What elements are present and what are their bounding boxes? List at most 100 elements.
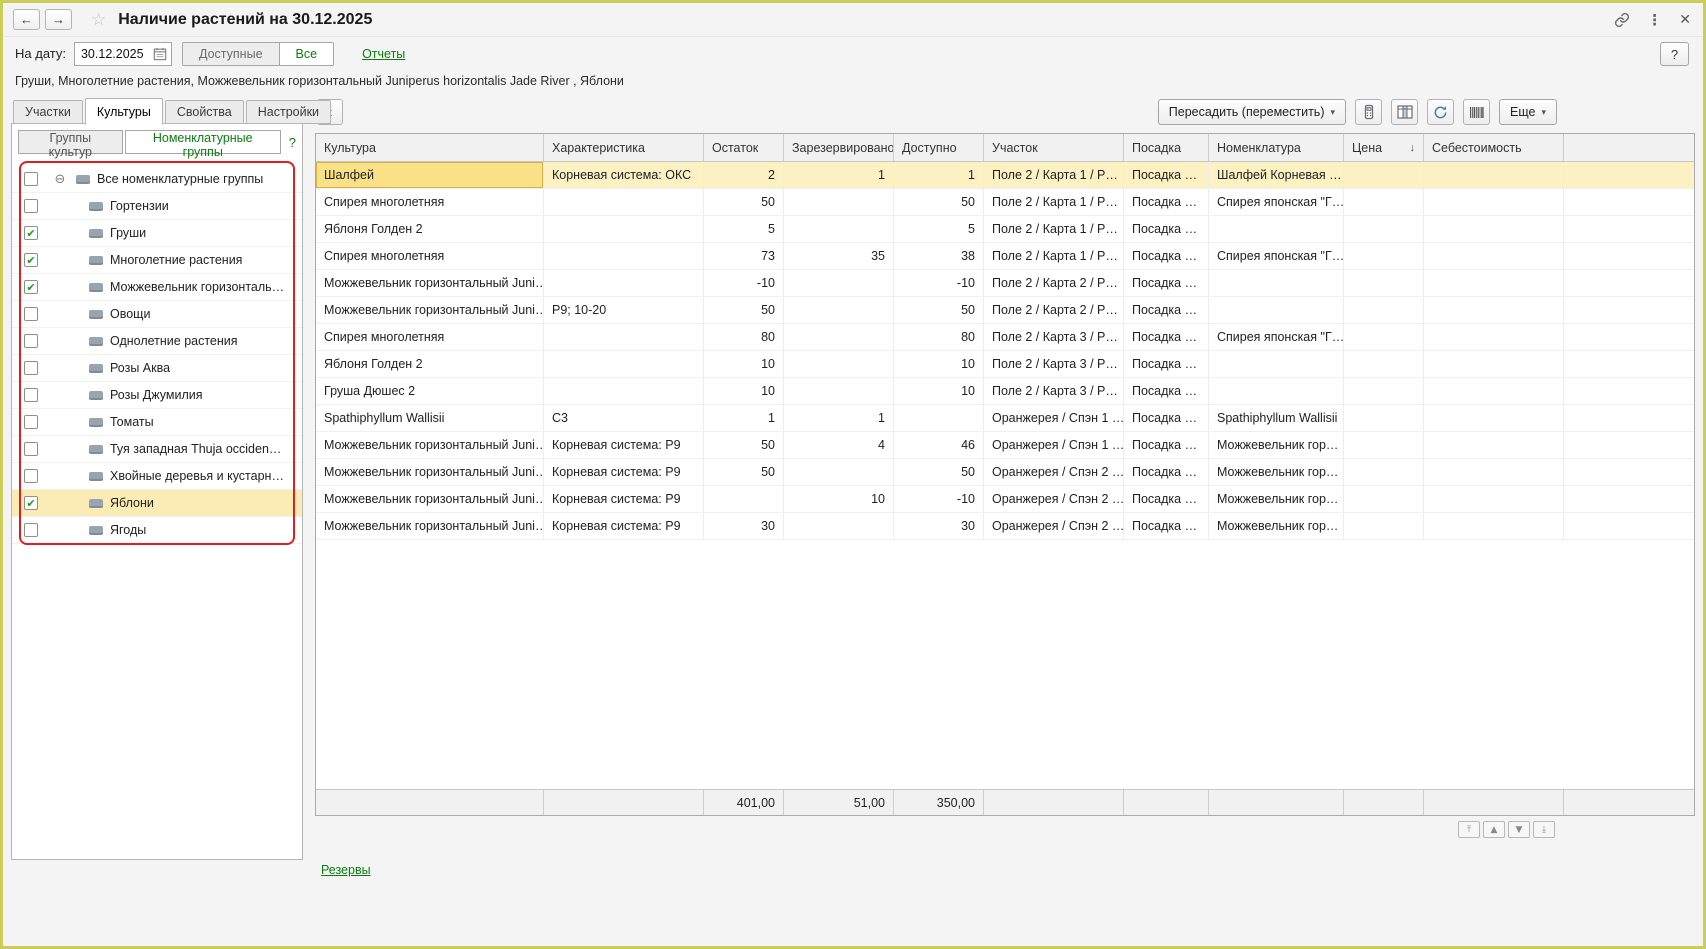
reports-link[interactable]: Отчеты — [362, 47, 405, 61]
barcode-icon-button[interactable] — [1463, 99, 1490, 125]
date-input[interactable] — [75, 47, 149, 61]
refresh-icon-button[interactable] — [1427, 99, 1454, 125]
table-cell: Спирея многолетняя — [316, 324, 544, 350]
reserves-link[interactable]: Резервы — [321, 863, 371, 877]
column-header-7[interactable]: Номенклатура — [1209, 134, 1344, 161]
availability-option-0[interactable]: Доступные — [183, 43, 279, 65]
scroll-top-button[interactable]: ⤒ — [1458, 821, 1480, 838]
table-row[interactable]: Спирея многолетняя5050Поле 2 / Карта 1 /… — [316, 189, 1694, 216]
back-button[interactable]: ← — [13, 9, 40, 30]
footer-total-cell — [1124, 790, 1209, 815]
column-header-5[interactable]: Участок — [984, 134, 1124, 161]
tree-item[interactable]: Гортензии — [12, 193, 302, 220]
tree-item[interactable]: ⊖ Все номенклатурные группы — [12, 166, 302, 193]
tree-item[interactable]: Розы Аква — [12, 355, 302, 382]
table-row[interactable]: Можжевельник горизонтальный Juni…Корнева… — [316, 513, 1694, 540]
checkbox[interactable] — [24, 307, 38, 321]
table-row[interactable]: Spathiphyllum WallisiiC311Оранжерея / Сп… — [316, 405, 1694, 432]
tree-item[interactable]: Овощи — [12, 301, 302, 328]
table-cell: 10 — [704, 351, 784, 377]
checkbox[interactable] — [24, 388, 38, 402]
get-link-icon[interactable] — [1614, 12, 1630, 28]
group-toggle-option-0[interactable]: Группы культур — [18, 130, 123, 154]
tree-item[interactable]: Хвойные деревья и кустарн… — [12, 463, 302, 490]
scroll-down-button[interactable]: ▼ — [1508, 821, 1530, 838]
table-cell: Посадка … — [1124, 405, 1209, 431]
table-row[interactable]: Можжевельник горизонтальный Juni…Корнева… — [316, 486, 1694, 513]
checkbox[interactable]: ✔ — [24, 226, 38, 240]
tree-item[interactable]: Томаты — [12, 409, 302, 436]
table-row[interactable]: Можжевельник горизонтальный Juni…-10-10П… — [316, 270, 1694, 297]
table-row[interactable]: Груша Дюшес 21010Поле 2 / Карта 3 / Р…По… — [316, 378, 1694, 405]
checkbox[interactable] — [24, 415, 38, 429]
sidebar-tab-2[interactable]: Свойства — [165, 100, 244, 124]
favorite-star-icon[interactable]: ☆ — [91, 10, 106, 30]
table-cell: Посадка … — [1124, 513, 1209, 539]
table-row[interactable]: ШалфейКорневая система: ОКС211Поле 2 / К… — [316, 162, 1694, 189]
sidebar-tab-3[interactable]: Настройки — [246, 100, 331, 124]
more-button[interactable]: Еще ▾ — [1499, 99, 1557, 125]
tree-item[interactable]: Туя западная Thuja occiden… — [12, 436, 302, 463]
column-header-0[interactable]: Культура — [316, 134, 544, 161]
checkbox[interactable]: ✔ — [24, 280, 38, 294]
checkbox[interactable] — [24, 442, 38, 456]
table-row[interactable]: Яблоня Голден 255Поле 2 / Карта 1 / Р…По… — [316, 216, 1694, 243]
column-header-3[interactable]: Зарезервировано — [784, 134, 894, 161]
table-cell: Поле 2 / Карта 1 / Р… — [984, 189, 1124, 215]
table-cell — [1344, 324, 1424, 350]
column-settings-icon-button[interactable] — [1391, 99, 1418, 125]
column-header-8[interactable]: Цена↓ — [1344, 134, 1424, 161]
table-cell: Яблоня Голден 2 — [316, 351, 544, 377]
tree-item[interactable]: Розы Джумилия — [12, 382, 302, 409]
checkbox[interactable] — [24, 469, 38, 483]
transplant-button[interactable]: Пересадить (переместить) ▾ — [1158, 99, 1346, 125]
table-cell: 2 — [704, 162, 784, 188]
table-cell: 10 — [704, 378, 784, 404]
calendar-icon[interactable] — [149, 43, 171, 65]
tree-item-label: Все номенклатурные группы — [97, 172, 269, 186]
forward-button[interactable]: → — [45, 9, 72, 30]
checkbox[interactable]: ✔ — [24, 253, 38, 267]
table-row[interactable]: Спирея многолетняя733538Поле 2 / Карта 1… — [316, 243, 1694, 270]
checkbox[interactable] — [24, 523, 38, 537]
checkbox[interactable] — [24, 334, 38, 348]
table-cell — [1344, 486, 1424, 512]
scroll-bottom-button[interactable]: ⤓ — [1533, 821, 1555, 838]
checkbox[interactable]: ✔ — [24, 496, 38, 510]
table-cell — [1424, 459, 1564, 485]
checkbox[interactable] — [24, 172, 38, 186]
checkbox[interactable] — [24, 199, 38, 213]
kebab-menu-icon[interactable]: ⋮ — [1647, 11, 1662, 29]
tree-item[interactable]: ✔Можжевельник горизонталь… — [12, 274, 302, 301]
table-cell — [1424, 324, 1564, 350]
data-terminal-icon-button[interactable] — [1355, 99, 1382, 125]
tree-item[interactable]: Ягоды — [12, 517, 302, 544]
table-cell: 1 — [784, 405, 894, 431]
close-icon[interactable]: ✕ — [1679, 11, 1691, 28]
table-row[interactable]: Яблоня Голден 21010Поле 2 / Карта 3 / Р…… — [316, 351, 1694, 378]
column-header-2[interactable]: Остаток — [704, 134, 784, 161]
scroll-up-button[interactable]: ▲ — [1483, 821, 1505, 838]
tree-item[interactable]: Однолетние растения — [12, 328, 302, 355]
column-header-1[interactable]: Характеристика — [544, 134, 704, 161]
checkbox[interactable] — [24, 361, 38, 375]
group-toggle-option-1[interactable]: Номенклатурные группы — [125, 130, 281, 154]
collapse-icon[interactable]: ⊖ — [52, 171, 68, 187]
availability-option-1[interactable]: Все — [279, 43, 334, 65]
sidebar-tab-0[interactable]: Участки — [13, 100, 83, 124]
sidebar-tab-1[interactable]: Культуры — [85, 98, 163, 125]
column-header-6[interactable]: Посадка — [1124, 134, 1209, 161]
column-header-9[interactable]: Себестоимость — [1424, 134, 1564, 161]
tree-item[interactable]: ✔Многолетние растения — [12, 247, 302, 274]
table-row[interactable]: Спирея многолетняя8080Поле 2 / Карта 3 /… — [316, 324, 1694, 351]
table-cell — [544, 216, 704, 242]
group-icon — [89, 391, 103, 400]
table-row[interactable]: Можжевельник горизонтальный Juni…Корнева… — [316, 459, 1694, 486]
help-button[interactable]: ? — [1660, 42, 1689, 66]
sidebar-help-link[interactable]: ? — [289, 135, 296, 150]
table-row[interactable]: Можжевельник горизонтальный Juni…P9; 10-… — [316, 297, 1694, 324]
column-header-4[interactable]: Доступно — [894, 134, 984, 161]
tree-item[interactable]: ✔Груши — [12, 220, 302, 247]
tree-item[interactable]: ✔Яблони — [12, 490, 302, 517]
table-row[interactable]: Можжевельник горизонтальный Juni…Корнева… — [316, 432, 1694, 459]
